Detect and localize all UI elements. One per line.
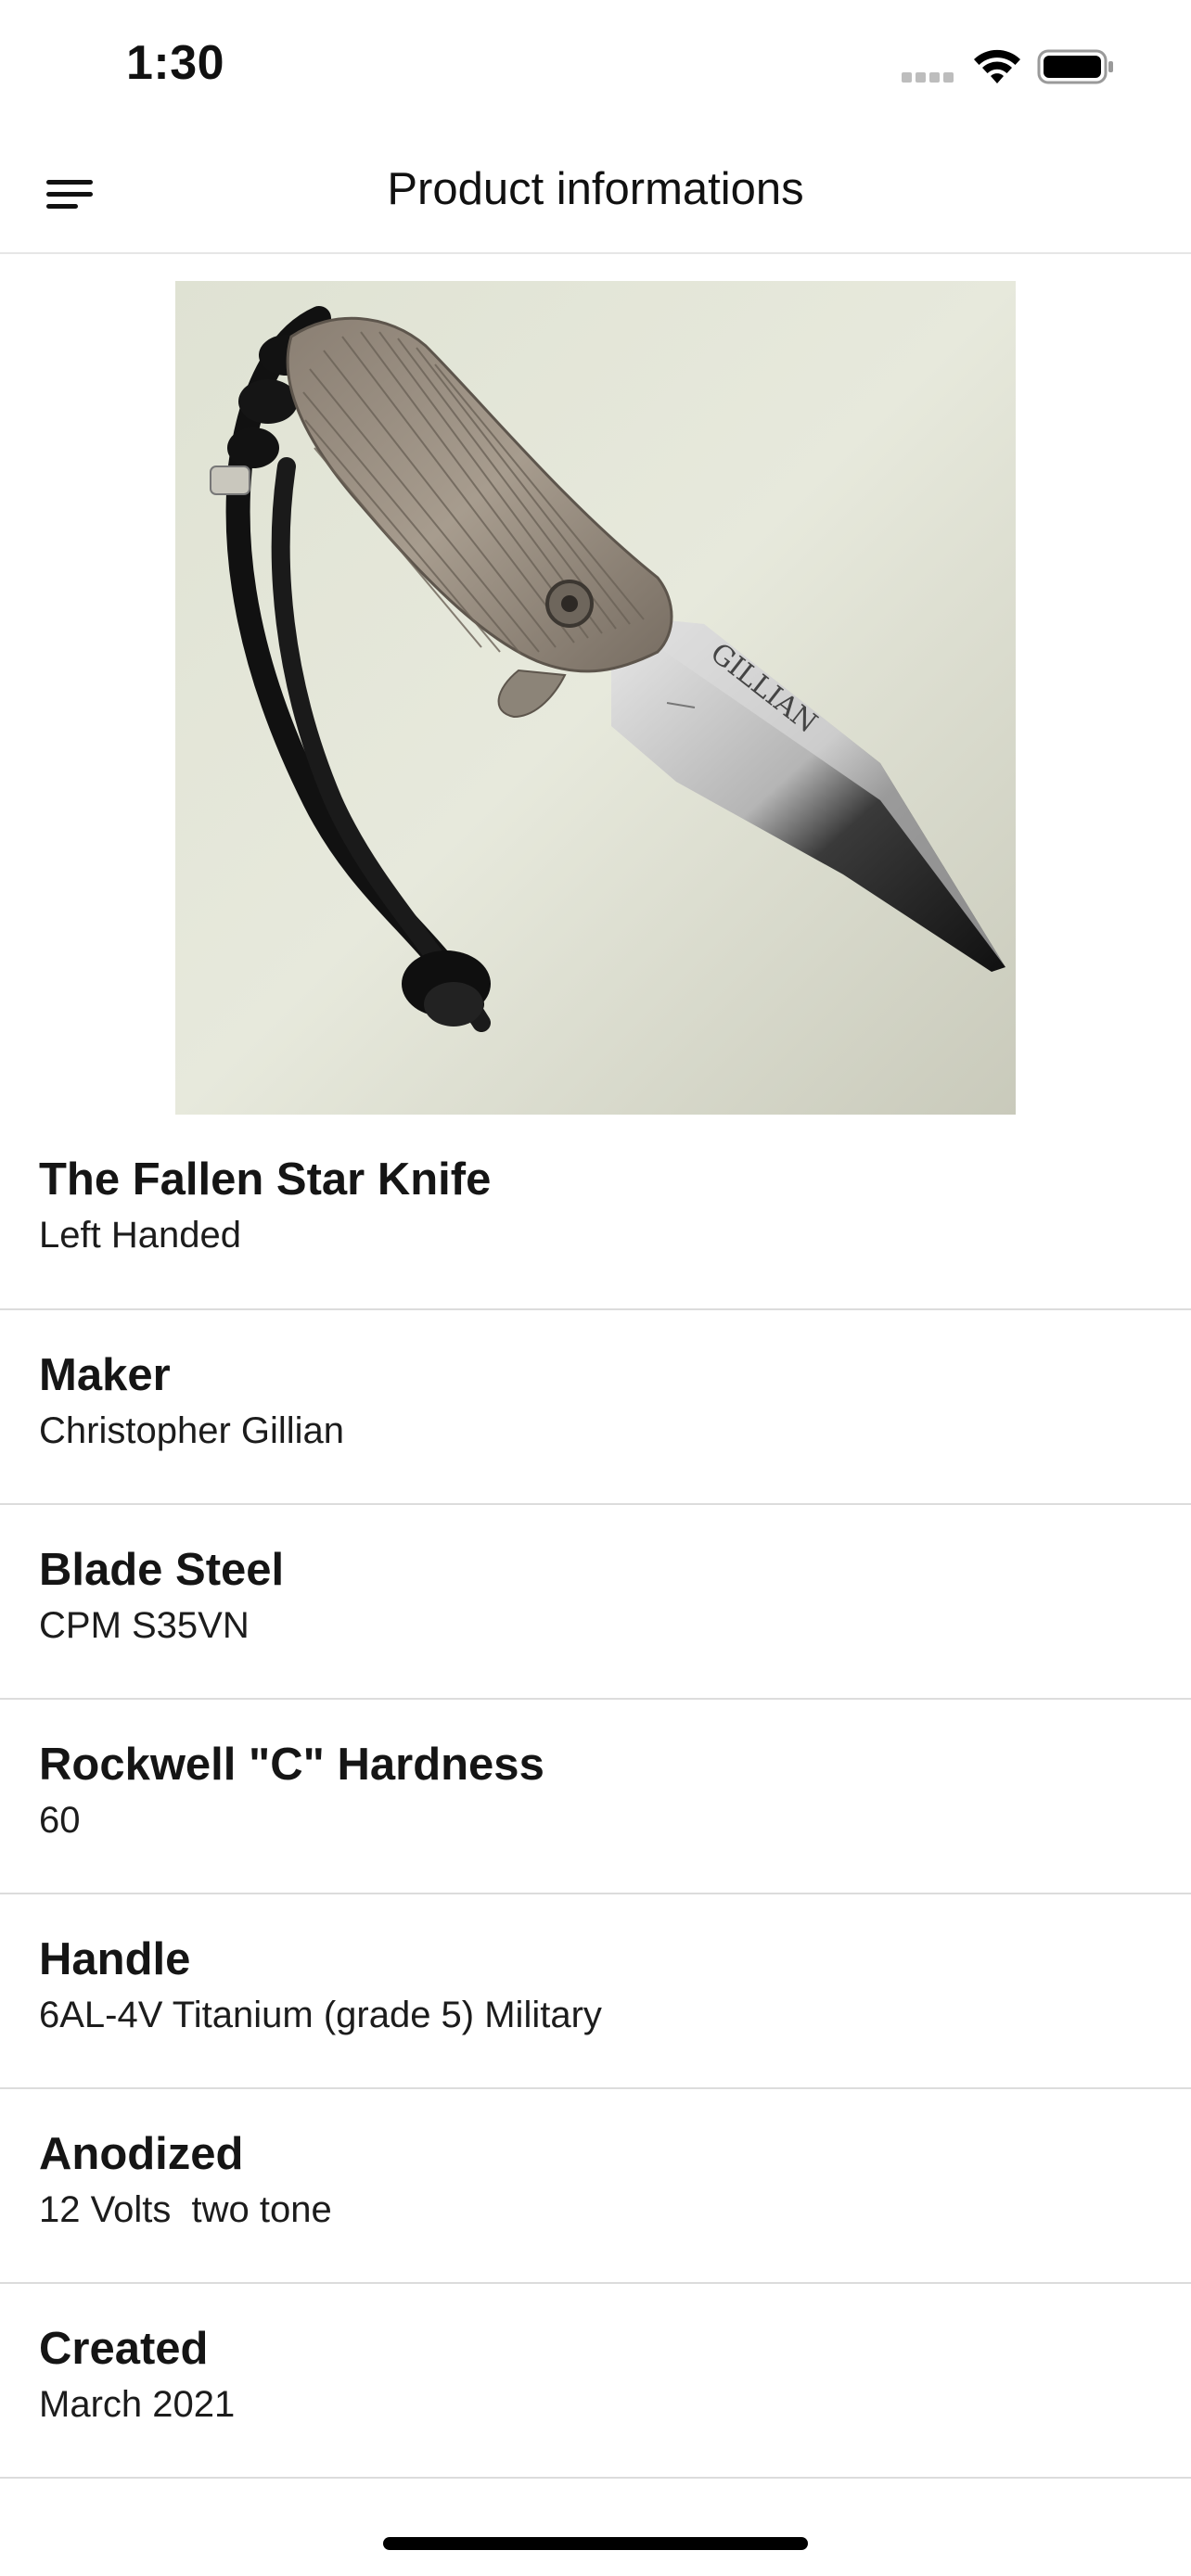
battery-icon	[1037, 49, 1113, 84]
detail-value: 6AL-4V Titanium (grade 5) Military	[39, 1995, 602, 2035]
status-time: 1:30	[126, 36, 225, 90]
detail-row-created: Created March 2021	[0, 2284, 1191, 2479]
detail-label: Rockwell "C" Hardness	[39, 1740, 544, 1790]
detail-row-anodized: Anodized 12 Volts two tone	[0, 2089, 1191, 2284]
product-image: GILLIAN	[175, 281, 1016, 1115]
page-title: Product informations	[387, 164, 804, 214]
detail-row-maker: Maker Christopher Gillian	[0, 1310, 1191, 1505]
product-details-list: The Fallen Star Knife Left Handed Maker …	[0, 1115, 1191, 2479]
detail-value: Left Handed	[39, 1215, 241, 1256]
detail-label: Maker	[39, 1350, 171, 1400]
detail-value: 12 Volts two tone	[39, 2189, 332, 2230]
detail-label: Created	[39, 2324, 209, 2374]
navigation-header: Product informations	[0, 130, 1191, 254]
detail-value: 60	[39, 1800, 81, 1841]
home-indicator[interactable]	[383, 2537, 808, 2550]
detail-label: Handle	[39, 1934, 191, 1984]
app-screen: 1:30 Product informations GILLIAN The Fa…	[0, 0, 1191, 2576]
status-bar: 1:30	[0, 0, 1191, 130]
detail-value: CPM S35VN	[39, 1605, 250, 1646]
detail-row-name: The Fallen Star Knife Left Handed	[0, 1115, 1191, 1310]
detail-row-hardness: Rockwell "C" Hardness 60	[0, 1700, 1191, 1894]
detail-row-handle: Handle 6AL-4V Titanium (grade 5) Militar…	[0, 1894, 1191, 2089]
wifi-icon	[974, 49, 1020, 83]
detail-row-blade-steel: Blade Steel CPM S35VN	[0, 1505, 1191, 1700]
cellular-signal-icon	[902, 72, 957, 83]
detail-label: The Fallen Star Knife	[39, 1154, 492, 1205]
detail-label: Anodized	[39, 2129, 244, 2179]
detail-value: March 2021	[39, 2384, 236, 2425]
detail-value: Christopher Gillian	[39, 1410, 345, 1451]
detail-label: Blade Steel	[39, 1545, 285, 1595]
